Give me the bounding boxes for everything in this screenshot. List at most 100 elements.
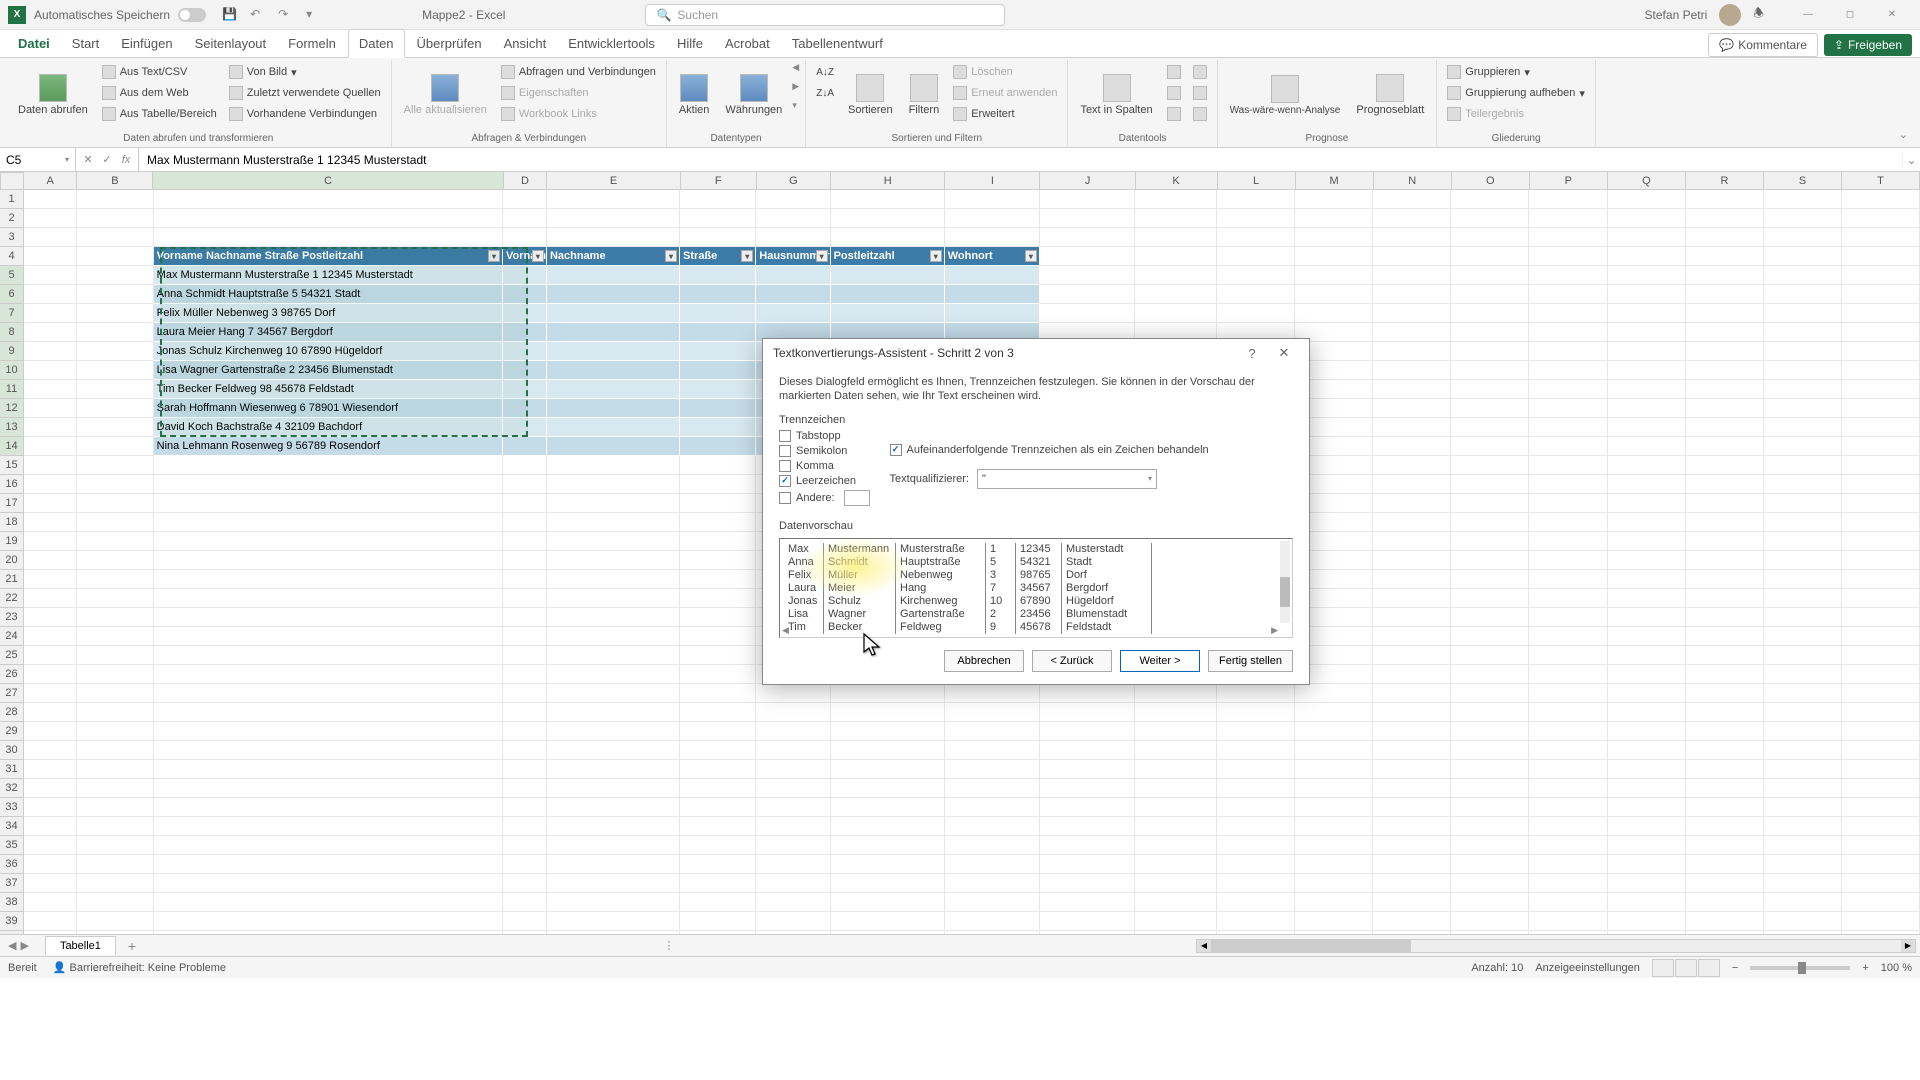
- cell-G39[interactable]: [756, 912, 830, 931]
- cell-L29[interactable]: [1217, 722, 1295, 741]
- cell-A4[interactable]: [24, 247, 77, 266]
- cell-D16[interactable]: [503, 475, 547, 494]
- row-header-7[interactable]: 7: [0, 304, 24, 323]
- cell-E38[interactable]: [547, 893, 680, 912]
- cell-E6[interactable]: [547, 285, 680, 304]
- finish-button[interactable]: Fertig stellen: [1208, 650, 1293, 672]
- cell-B30[interactable]: [77, 741, 153, 760]
- cell-B12[interactable]: [77, 399, 153, 418]
- cell-N22[interactable]: [1373, 589, 1451, 608]
- cell-P7[interactable]: [1529, 304, 1607, 323]
- cell-I32[interactable]: [945, 779, 1040, 798]
- cell-G28[interactable]: [756, 703, 830, 722]
- cell-T23[interactable]: [1842, 608, 1920, 627]
- cell-O37[interactable]: [1451, 874, 1529, 893]
- cell-O28[interactable]: [1451, 703, 1529, 722]
- cell-C25[interactable]: [154, 646, 503, 665]
- row-header-37[interactable]: 37: [0, 874, 24, 893]
- cell-F18[interactable]: [680, 513, 756, 532]
- cell-F26[interactable]: [680, 665, 756, 684]
- cell-O6[interactable]: [1451, 285, 1529, 304]
- row-header-28[interactable]: 28: [0, 703, 24, 722]
- cell-K2[interactable]: [1135, 209, 1217, 228]
- dialog-close-button[interactable]: ✕: [1269, 341, 1299, 365]
- cell-D33[interactable]: [503, 798, 547, 817]
- row-header-11[interactable]: 11: [0, 380, 24, 399]
- cell-F9[interactable]: [680, 342, 756, 361]
- queries-connections-button[interactable]: Abfragen und Verbindungen: [497, 62, 660, 82]
- cell-O22[interactable]: [1451, 589, 1529, 608]
- cell-S8[interactable]: [1764, 323, 1842, 342]
- cell-R11[interactable]: [1686, 380, 1764, 399]
- cell-S10[interactable]: [1764, 361, 1842, 380]
- cell-E25[interactable]: [547, 646, 680, 665]
- cell-E40[interactable]: [547, 931, 680, 934]
- cell-Q38[interactable]: [1608, 893, 1686, 912]
- cell-Q28[interactable]: [1608, 703, 1686, 722]
- cell-G35[interactable]: [756, 836, 830, 855]
- cell-A37[interactable]: [24, 874, 77, 893]
- col-header-L[interactable]: L: [1218, 172, 1296, 190]
- cell-S34[interactable]: [1764, 817, 1842, 836]
- filter-dropdown-icon[interactable]: ▾: [1025, 250, 1037, 262]
- row-header-2[interactable]: 2: [0, 209, 24, 228]
- cell-G5[interactable]: [756, 266, 830, 285]
- cell-P16[interactable]: [1529, 475, 1607, 494]
- cell-A28[interactable]: [24, 703, 77, 722]
- cell-R6[interactable]: [1686, 285, 1764, 304]
- cell-T31[interactable]: [1842, 760, 1920, 779]
- cell-C24[interactable]: [154, 627, 503, 646]
- cell-T27[interactable]: [1842, 684, 1920, 703]
- cell-C39[interactable]: [154, 912, 503, 931]
- cell-Q25[interactable]: [1608, 646, 1686, 665]
- cell-H4[interactable]: Postleitzahl▾: [831, 247, 945, 266]
- cell-S9[interactable]: [1764, 342, 1842, 361]
- filter-dropdown-icon[interactable]: ▾: [741, 250, 753, 262]
- cell-S18[interactable]: [1764, 513, 1842, 532]
- col-header-J[interactable]: J: [1040, 172, 1135, 190]
- name-box-dropdown-icon[interactable]: ▾: [65, 155, 69, 164]
- cell-H33[interactable]: [831, 798, 945, 817]
- scroll-left-icon[interactable]: ◀: [1197, 940, 1211, 952]
- cell-A35[interactable]: [24, 836, 77, 855]
- cell-F11[interactable]: [680, 380, 756, 399]
- cell-C40[interactable]: [154, 931, 503, 934]
- cell-A30[interactable]: [24, 741, 77, 760]
- cell-L28[interactable]: [1217, 703, 1295, 722]
- recent-sources-button[interactable]: Zuletzt verwendete Quellen: [225, 83, 385, 103]
- cell-J7[interactable]: [1040, 304, 1135, 323]
- cell-O26[interactable]: [1451, 665, 1529, 684]
- cell-J27[interactable]: [1040, 684, 1135, 703]
- cell-O29[interactable]: [1451, 722, 1529, 741]
- cell-N2[interactable]: [1373, 209, 1451, 228]
- cell-M40[interactable]: [1295, 931, 1373, 934]
- cell-B1[interactable]: [77, 190, 153, 209]
- cell-H40[interactable]: [831, 931, 945, 934]
- cell-N24[interactable]: [1373, 627, 1451, 646]
- cell-S1[interactable]: [1764, 190, 1842, 209]
- cell-Q7[interactable]: [1608, 304, 1686, 323]
- cell-H38[interactable]: [831, 893, 945, 912]
- cell-B19[interactable]: [77, 532, 153, 551]
- cell-M34[interactable]: [1295, 817, 1373, 836]
- cell-O9[interactable]: [1451, 342, 1529, 361]
- cell-O20[interactable]: [1451, 551, 1529, 570]
- cell-R2[interactable]: [1686, 209, 1764, 228]
- textqualifier-combo[interactable]: " ▾: [977, 469, 1157, 489]
- cell-M38[interactable]: [1295, 893, 1373, 912]
- cell-O7[interactable]: [1451, 304, 1529, 323]
- cell-A39[interactable]: [24, 912, 77, 931]
- ribbon-tab-tabellenentwurf[interactable]: Tabellenentwurf: [782, 30, 893, 57]
- cell-C16[interactable]: [154, 475, 503, 494]
- cell-S28[interactable]: [1764, 703, 1842, 722]
- cell-Q24[interactable]: [1608, 627, 1686, 646]
- cell-C31[interactable]: [154, 760, 503, 779]
- undo-icon[interactable]: ↶: [250, 7, 266, 23]
- cell-Q1[interactable]: [1608, 190, 1686, 209]
- tab-checkbox[interactable]: Tabstopp: [779, 430, 870, 442]
- cell-L4[interactable]: [1217, 247, 1295, 266]
- cell-O30[interactable]: [1451, 741, 1529, 760]
- row-header-30[interactable]: 30: [0, 741, 24, 760]
- cell-O10[interactable]: [1451, 361, 1529, 380]
- cell-R7[interactable]: [1686, 304, 1764, 323]
